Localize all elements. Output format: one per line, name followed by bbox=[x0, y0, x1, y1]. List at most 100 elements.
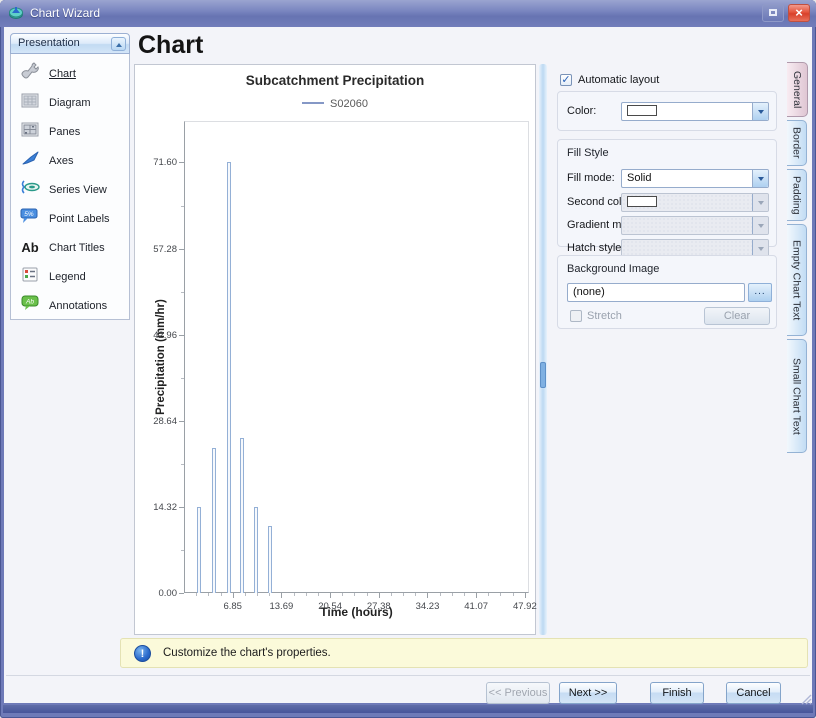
previous-button: << Previous bbox=[486, 682, 550, 704]
sidebar-items: Chart Diagram Panes bbox=[10, 54, 130, 320]
second-color-dropdown bbox=[621, 193, 769, 212]
gradient-mode-dropdown bbox=[621, 216, 769, 235]
y-tick-label: 42.96 bbox=[137, 330, 177, 341]
chevron-down-icon bbox=[758, 201, 764, 205]
automatic-layout-row[interactable]: ✓Automatic layout bbox=[560, 74, 659, 86]
sidebar-item-axes[interactable]: Axes bbox=[11, 146, 129, 175]
sidebar-item-label: Panes bbox=[49, 126, 80, 138]
x-minor-tick bbox=[221, 593, 222, 596]
fill-style-group: Fill Style Fill mode: Solid Second color… bbox=[557, 139, 777, 247]
finish-button[interactable]: Finish bbox=[650, 682, 704, 704]
x-tick-label: 6.85 bbox=[211, 601, 255, 612]
y-tick-mark bbox=[179, 507, 184, 508]
precipitation-bar bbox=[254, 507, 258, 593]
collapse-button[interactable] bbox=[111, 37, 126, 51]
fill-mode-dropdown[interactable]: Solid bbox=[621, 169, 769, 188]
tab-general[interactable]: General bbox=[787, 62, 808, 117]
dialog-client-area: Presentation Chart Diagram bbox=[4, 27, 812, 703]
chevron-down-icon bbox=[758, 177, 764, 181]
panel-splitter[interactable] bbox=[539, 64, 547, 635]
wrench-icon bbox=[11, 62, 49, 85]
maximize-button[interactable] bbox=[762, 4, 784, 22]
sidebar-item-label: Legend bbox=[49, 271, 86, 283]
x-minor-tick bbox=[452, 593, 453, 596]
properties-tab-strip: General Border Padding Empty Chart Text … bbox=[787, 62, 808, 456]
diagram-icon bbox=[11, 93, 49, 113]
x-minor-tick bbox=[391, 593, 392, 596]
y-tick-label: 14.32 bbox=[137, 502, 177, 513]
chart-preview[interactable]: Subcatchment Precipitation S02060 Precip… bbox=[134, 64, 536, 635]
dropdown-button[interactable] bbox=[752, 103, 768, 120]
sidebar-item-legend[interactable]: Legend bbox=[11, 262, 129, 291]
y-minor-tick bbox=[181, 550, 184, 551]
x-tick-label: 41.07 bbox=[454, 601, 498, 612]
title-bar[interactable]: Chart Wizard × bbox=[0, 0, 816, 27]
color-dropdown[interactable] bbox=[621, 102, 769, 121]
tab-label: General bbox=[791, 71, 803, 108]
second-color-swatch bbox=[627, 196, 657, 207]
close-button[interactable]: × bbox=[788, 4, 810, 22]
sidebar-item-panes[interactable]: Panes bbox=[11, 117, 129, 146]
footer-divider bbox=[6, 675, 810, 676]
sidebar-item-series-view[interactable]: Series View bbox=[11, 175, 129, 204]
fill-style-title: Fill Style bbox=[567, 147, 609, 159]
legend-line-marker bbox=[302, 102, 324, 104]
next-button[interactable]: Next >> bbox=[559, 682, 617, 704]
sidebar-item-annotations[interactable]: Ab Annotations bbox=[11, 291, 129, 320]
tab-label: Border bbox=[791, 127, 803, 159]
background-image-field[interactable]: (none) bbox=[567, 283, 745, 302]
chart-properties-panel: ✓Automatic layout Color: Fill Style Fill… bbox=[551, 64, 783, 635]
close-icon: × bbox=[795, 5, 803, 20]
sidebar-header[interactable]: Presentation bbox=[10, 33, 130, 54]
series-view-icon bbox=[11, 179, 49, 200]
presentation-sidebar: Presentation Chart Diagram bbox=[10, 33, 130, 320]
x-minor-tick bbox=[354, 593, 355, 596]
svg-text:Ab: Ab bbox=[25, 299, 34, 306]
x-tick-mark bbox=[525, 593, 526, 598]
background-image-group: Background Image (none) ... Stretch Clea… bbox=[557, 255, 777, 329]
sidebar-header-label: Presentation bbox=[18, 37, 80, 49]
dropdown-button[interactable] bbox=[752, 170, 768, 187]
tab-small-chart-text[interactable]: Small Chart Text bbox=[787, 339, 807, 453]
sidebar-item-chart-titles[interactable]: Ab Chart Titles bbox=[11, 233, 129, 262]
window-title: Chart Wizard bbox=[30, 6, 100, 20]
splitter-drag-handle[interactable] bbox=[540, 362, 546, 388]
ellipsis-icon: ... bbox=[754, 286, 765, 297]
chevron-up-icon bbox=[116, 43, 122, 47]
browse-button[interactable]: ... bbox=[748, 283, 772, 302]
point-labels-icon: 5% bbox=[11, 208, 49, 229]
sidebar-item-chart[interactable]: Chart bbox=[11, 59, 129, 88]
x-minor-tick bbox=[318, 593, 319, 596]
x-minor-tick bbox=[488, 593, 489, 596]
sidebar-item-label: Chart bbox=[49, 68, 76, 80]
sidebar-item-label: Series View bbox=[49, 184, 107, 196]
y-minor-tick bbox=[181, 464, 184, 465]
cancel-button[interactable]: Cancel bbox=[726, 682, 781, 704]
x-minor-tick bbox=[257, 593, 258, 596]
x-minor-tick bbox=[367, 593, 368, 596]
cancel-button-label: Cancel bbox=[736, 687, 770, 699]
sidebar-item-diagram[interactable]: Diagram bbox=[11, 88, 129, 117]
automatic-layout-checkbox[interactable]: ✓ bbox=[560, 74, 572, 86]
x-tick-mark bbox=[330, 593, 331, 598]
status-message: Customize the chart's properties. bbox=[163, 647, 331, 659]
sidebar-item-point-labels[interactable]: 5% Point Labels bbox=[11, 204, 129, 233]
y-tick-label: 28.64 bbox=[137, 416, 177, 427]
chart-title: Subcatchment Precipitation bbox=[135, 73, 535, 88]
color-swatch bbox=[627, 105, 657, 116]
tab-padding[interactable]: Padding bbox=[787, 169, 807, 221]
precipitation-bar bbox=[240, 438, 244, 593]
resize-grip-icon[interactable] bbox=[801, 694, 812, 705]
tab-empty-chart-text[interactable]: Empty Chart Text bbox=[787, 224, 807, 336]
x-tick-label: 20.54 bbox=[308, 601, 352, 612]
y-tick-mark bbox=[179, 421, 184, 422]
precipitation-bar bbox=[197, 507, 201, 593]
tab-border[interactable]: Border bbox=[787, 120, 807, 166]
x-minor-tick bbox=[306, 593, 307, 596]
sidebar-item-label: Axes bbox=[49, 155, 73, 167]
x-minor-tick bbox=[403, 593, 404, 596]
x-minor-tick bbox=[245, 593, 246, 596]
background-image-title: Background Image bbox=[567, 263, 659, 275]
x-minor-tick bbox=[342, 593, 343, 596]
chevron-down-icon bbox=[758, 110, 764, 114]
